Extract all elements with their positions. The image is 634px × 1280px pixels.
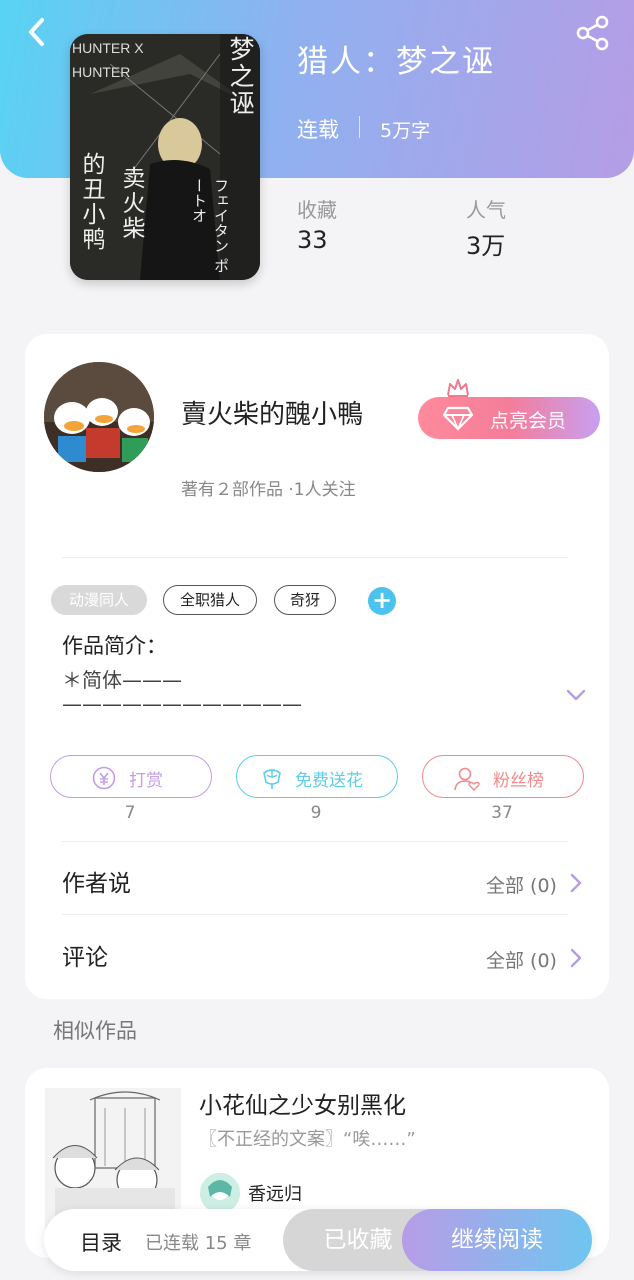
- add-tag-button[interactable]: +: [368, 587, 396, 615]
- chevron-right-icon[interactable]: [568, 947, 584, 969]
- diamond-icon: [442, 404, 474, 437]
- tip-count: 7: [124, 803, 136, 823]
- cover-vertical-text-2: 卖火柴: [118, 166, 144, 241]
- cover-vertical-text-4: フェイタン ポートオ: [190, 178, 230, 273]
- flower-icon: [259, 765, 285, 791]
- cover-vertical-text-1: 梦之诬: [226, 36, 255, 117]
- fan-ranking-button[interactable]: 粉丝榜: [422, 755, 584, 798]
- similar-author-avatar: [200, 1173, 240, 1213]
- book-status: 连载: [297, 118, 339, 142]
- author-avatar[interactable]: [44, 362, 154, 472]
- yen-icon: [91, 765, 117, 791]
- stat-label-popularity: 人气: [466, 198, 506, 222]
- book-word-count: 5万字: [380, 120, 431, 142]
- similar-work-title[interactable]: 小花仙之少女别黑化: [199, 1086, 406, 1120]
- stat-value-favorites: 33: [297, 226, 328, 254]
- vip-button-label: 点亮会员: [490, 410, 567, 432]
- intro-label: 作品简介：: [62, 634, 167, 658]
- comments-count[interactable]: 全部 (0): [486, 946, 557, 973]
- author-notes-label[interactable]: 作者说: [62, 864, 131, 898]
- continue-reading-button[interactable]: 继续阅读: [402, 1209, 592, 1271]
- author-name[interactable]: 賣火柴的醜小鴨: [181, 394, 363, 431]
- book-cover[interactable]: HUNTER X HUNTER 梦之诬 卖火柴 的丑小鸭 フェイタン ポートオ: [70, 34, 260, 280]
- tag-item[interactable]: 动漫同人: [51, 585, 147, 615]
- status-divider: [359, 116, 360, 138]
- chevron-down-icon[interactable]: [564, 686, 588, 704]
- share-icon[interactable]: [574, 14, 612, 52]
- similar-work-desc: 〖不正经的文案〗“唉……”: [199, 1129, 416, 1150]
- tip-button[interactable]: 打赏: [50, 755, 212, 798]
- author-meta: 著有２部作品 ·1人关注: [181, 480, 356, 500]
- crown-icon: [446, 378, 470, 398]
- stat-label-favorites: 收藏: [297, 198, 337, 222]
- catalog-chapter-count[interactable]: 已连载 15 章: [145, 1229, 251, 1255]
- fan-count: 37: [491, 803, 513, 823]
- divider: [62, 557, 568, 558]
- tip-button-label: 打赏: [129, 771, 163, 791]
- catalog-button[interactable]: 目录: [80, 1227, 122, 1257]
- divider: [62, 841, 568, 842]
- book-title: 猎人：梦之诬: [297, 44, 495, 80]
- similar-works-title: 相似作品: [53, 1019, 137, 1043]
- chevron-right-icon[interactable]: [568, 872, 584, 894]
- send-flower-button-label: 免费送花: [295, 771, 363, 791]
- author-notes-count[interactable]: 全部 (0): [486, 871, 557, 898]
- fan-ranking-button-label: 粉丝榜: [493, 771, 544, 791]
- intro-text: ＊简体——— ————————————: [62, 668, 302, 716]
- flower-count: 9: [310, 803, 322, 823]
- tag-item[interactable]: 全职猎人: [163, 585, 257, 615]
- divider: [62, 914, 568, 915]
- comments-label[interactable]: 评论: [62, 938, 108, 972]
- tag-item[interactable]: 奇犽: [274, 585, 336, 615]
- cover-vertical-text-3: 的丑小鸭: [78, 152, 104, 252]
- cover-series-text: HUNTER X HUNTER: [72, 40, 144, 80]
- similar-work-author: 香远归: [248, 1184, 302, 1205]
- back-icon[interactable]: [20, 14, 56, 50]
- similar-work-cover[interactable]: [45, 1088, 181, 1228]
- stat-value-popularity: 3万: [466, 232, 506, 260]
- user-heart-icon: [453, 765, 480, 791]
- send-flower-button[interactable]: 免费送花: [236, 755, 398, 798]
- vip-membership-button[interactable]: 点亮会员: [418, 397, 600, 439]
